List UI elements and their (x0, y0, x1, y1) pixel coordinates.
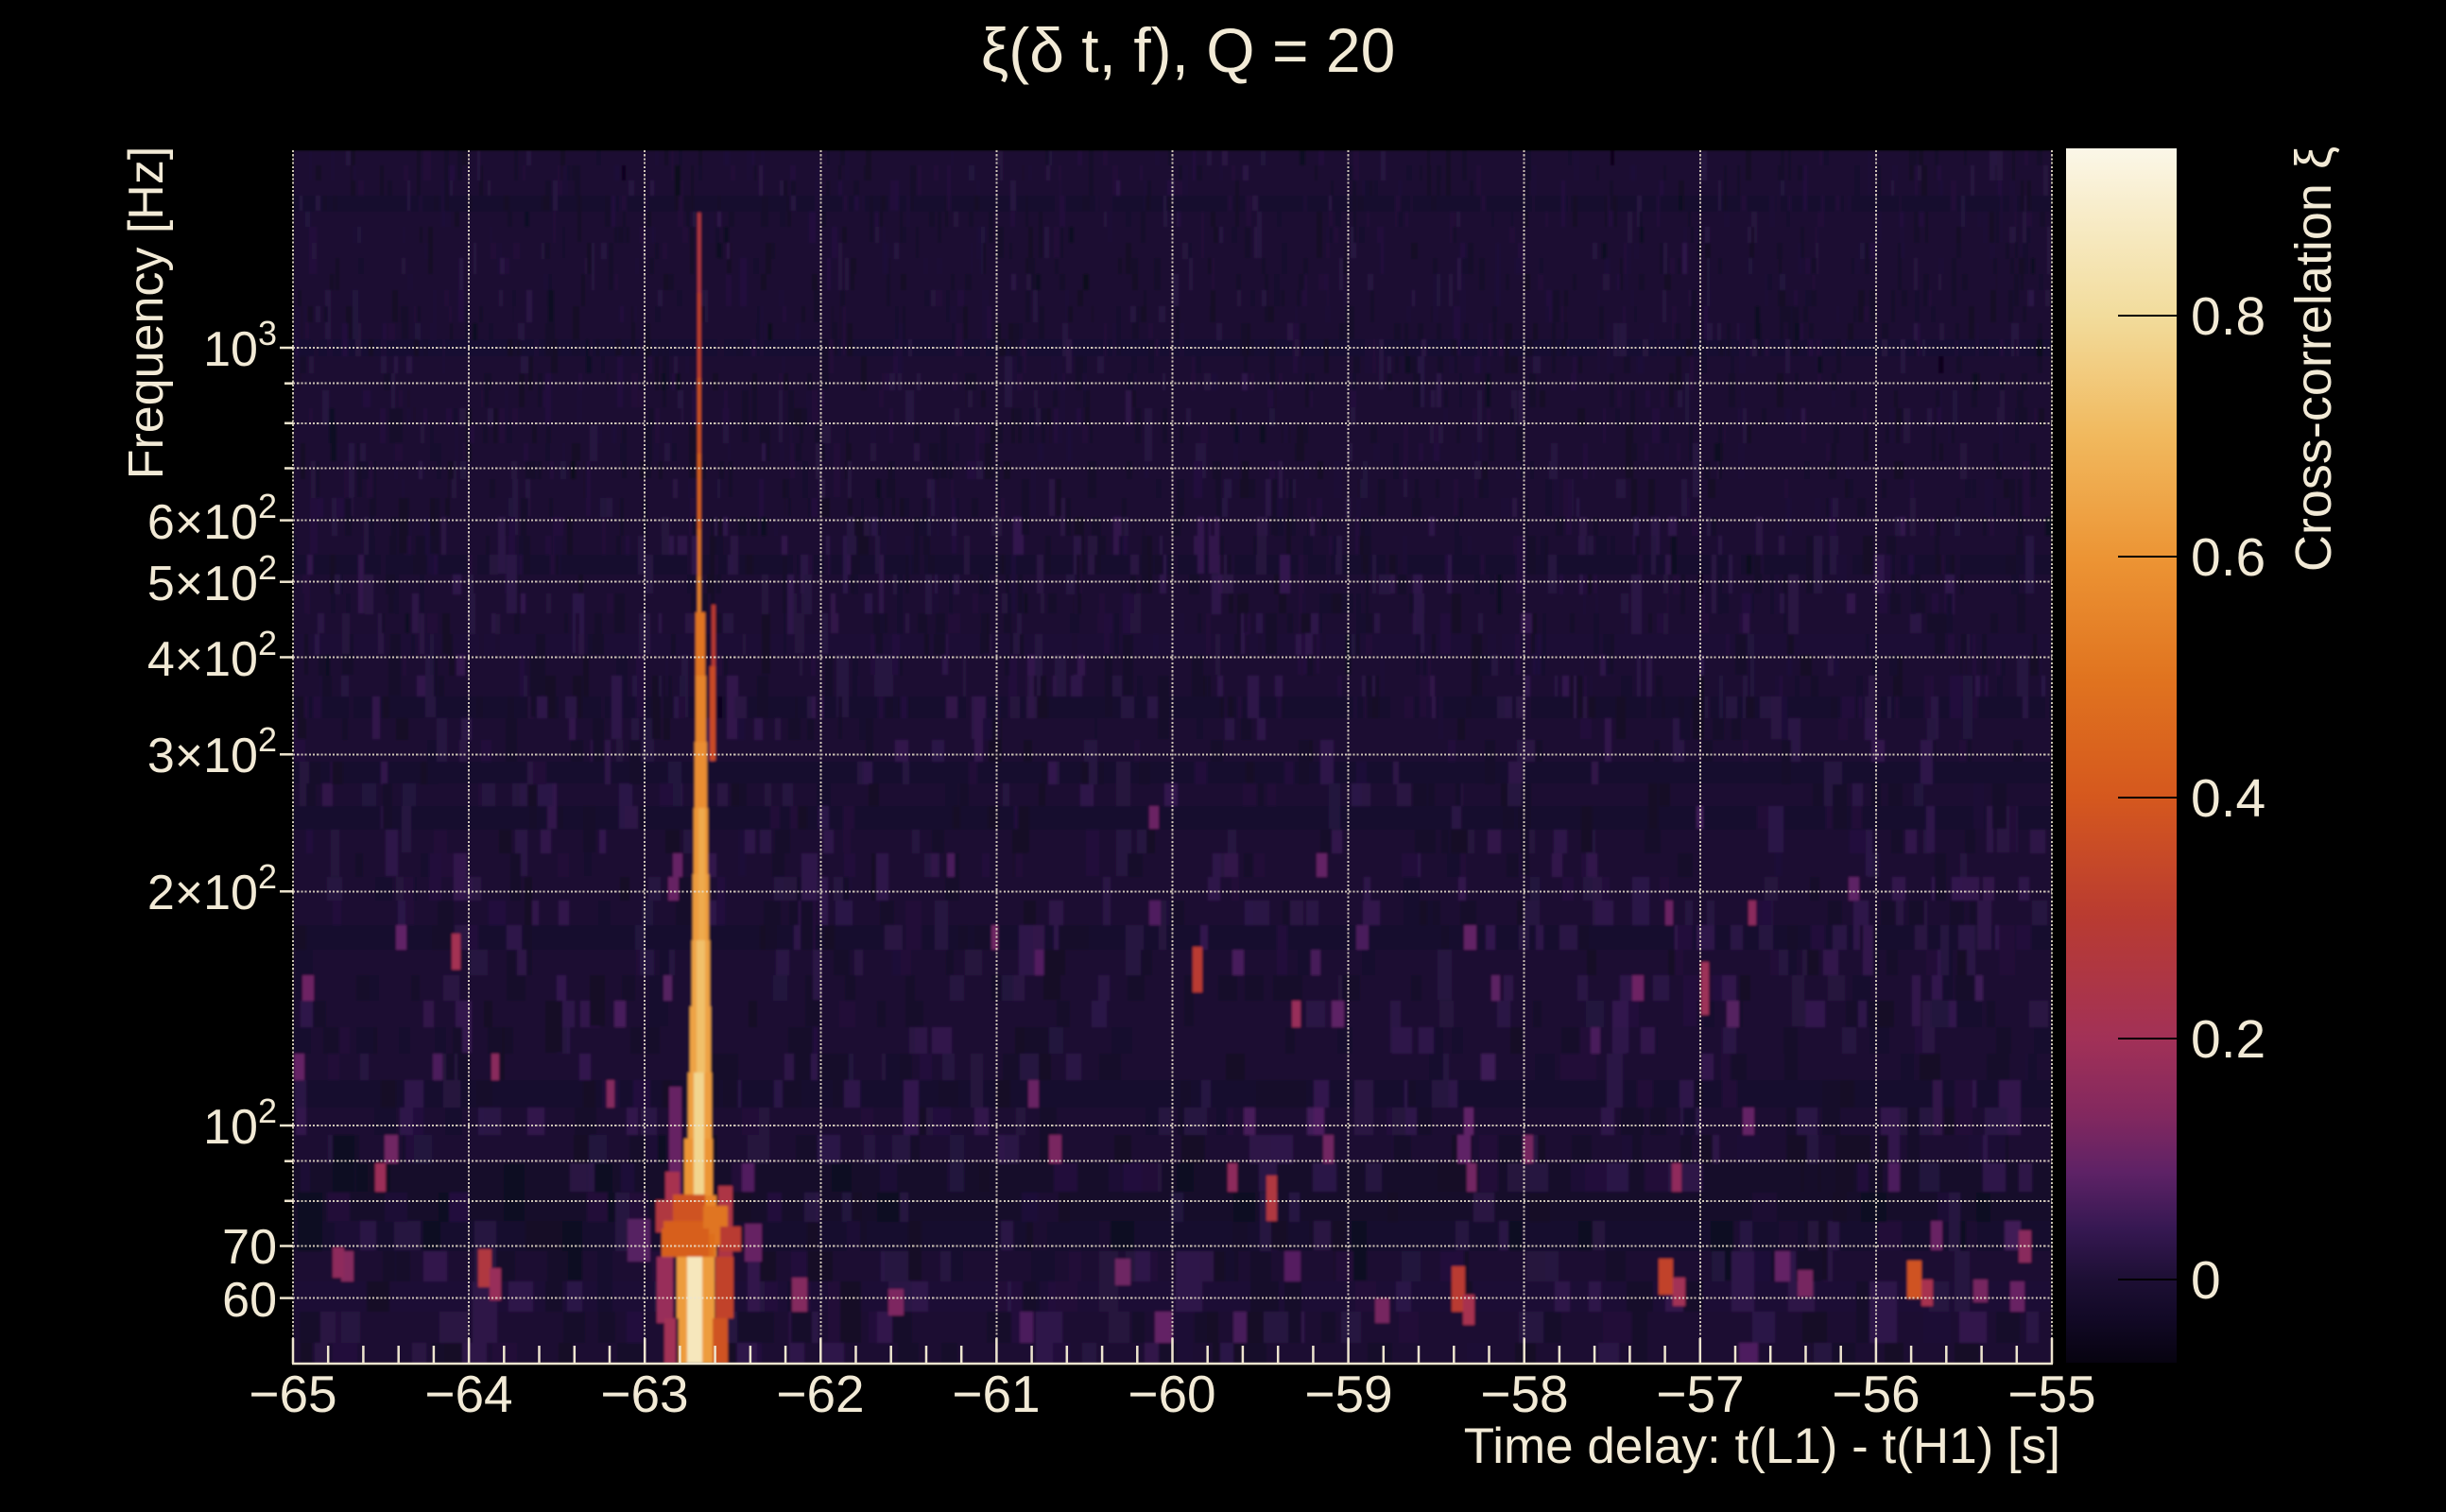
svg-text:−63: −63 (600, 1365, 688, 1423)
svg-text:Frequency [Hz]: Frequency [Hz] (119, 146, 174, 480)
svg-text:4×102: 4×102 (147, 624, 277, 687)
svg-text:−59: −59 (1304, 1365, 1392, 1423)
svg-text:−56: −56 (1832, 1365, 1920, 1423)
svg-text:−57: −57 (1656, 1365, 1744, 1423)
svg-text:Cross-correlation ξ: Cross-correlation ξ (2285, 146, 2342, 572)
svg-text:3×102: 3×102 (147, 720, 277, 783)
svg-text:−55: −55 (2007, 1365, 2095, 1423)
svg-text:−60: −60 (1128, 1365, 1215, 1423)
svg-text:−64: −64 (424, 1365, 512, 1423)
svg-text:−61: −61 (952, 1365, 1040, 1423)
svg-text:2×102: 2×102 (147, 857, 277, 920)
svg-text:ξ(δ t, f), Q = 20: ξ(δ t, f), Q = 20 (981, 15, 1396, 85)
svg-text:−58: −58 (1480, 1365, 1568, 1423)
svg-text:0.4: 0.4 (2191, 768, 2265, 829)
svg-text:0: 0 (2191, 1250, 2221, 1311)
svg-text:−65: −65 (249, 1365, 336, 1423)
svg-text:0.2: 0.2 (2191, 1009, 2265, 1070)
svg-text:0.6: 0.6 (2191, 527, 2265, 588)
svg-text:Time delay: t(L1) - t(H1) [s]: Time delay: t(L1) - t(H1) [s] (1464, 1418, 2060, 1474)
svg-text:0.8: 0.8 (2191, 286, 2265, 347)
svg-text:5×102: 5×102 (147, 548, 277, 611)
svg-text:60: 60 (222, 1273, 277, 1328)
svg-text:70: 70 (222, 1220, 277, 1275)
svg-text:−62: −62 (776, 1365, 864, 1423)
svg-text:6×102: 6×102 (147, 487, 277, 550)
